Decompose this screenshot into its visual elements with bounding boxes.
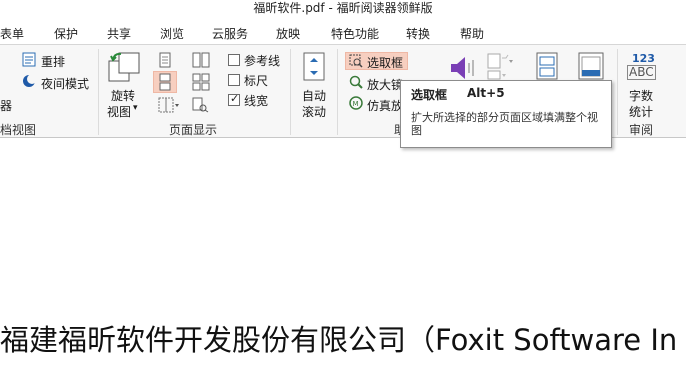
menu-form[interactable]: 表单: [0, 25, 24, 42]
menu-browse[interactable]: 浏览: [160, 25, 184, 42]
magnifier-icon: [349, 75, 363, 89]
menu-special-features[interactable]: 特色功能: [331, 25, 379, 42]
menu-share[interactable]: 共享: [107, 25, 131, 42]
group-separator: [617, 49, 618, 135]
group-label-doc-view: 档视图: [0, 123, 37, 137]
tooltip-shortcut: Alt+5: [467, 86, 505, 100]
rotate-view-icon: [108, 52, 140, 82]
select-area-icon: [349, 54, 363, 68]
read-aloud-options-icon[interactable]: [486, 52, 516, 82]
group-label-review: 审阅: [629, 123, 654, 137]
auto-scroll-label-1[interactable]: 自动: [302, 87, 326, 104]
line-weight-label[interactable]: 线宽: [244, 92, 268, 109]
page-zoom-icon[interactable]: [191, 97, 209, 113]
svg-text:M: M: [353, 100, 359, 108]
night-mode-icon: [23, 74, 36, 87]
rearrange-icon: [22, 52, 36, 67]
new-window-icon[interactable]: [578, 52, 604, 80]
word-count-label-1[interactable]: 字数: [629, 87, 653, 104]
continuous-page-icon[interactable]: [158, 73, 172, 91]
ruler-label[interactable]: 标尺: [244, 72, 268, 89]
rotate-view-label-2[interactable]: 视图: [107, 103, 131, 120]
tooltip-description: 扩大所选择的部分页面区域填满整个视图: [411, 111, 598, 137]
menu-help[interactable]: 帮助: [460, 25, 484, 42]
menu-convert[interactable]: 转换: [406, 25, 430, 42]
rotate-view-dropdown-arrow[interactable]: ▾: [133, 103, 138, 113]
facing-pages-icon[interactable]: [192, 52, 210, 68]
auto-scroll-label-2[interactable]: 滚动: [302, 103, 326, 120]
line-weight-checkbox[interactable]: [228, 92, 240, 106]
word-count-icon-letters: ABC: [627, 65, 656, 80]
partial-tool-label[interactable]: 器: [0, 97, 12, 114]
single-page-icon[interactable]: [158, 52, 172, 68]
loupe-icon: M: [349, 96, 363, 110]
loupe-button[interactable]: 仿真放: [367, 97, 403, 114]
menu-protect[interactable]: 保护: [54, 25, 78, 42]
continuous-facing-icon[interactable]: [192, 73, 210, 91]
tooltip-title: 选取框: [411, 88, 448, 102]
window-title-bar: 福昕软件.pdf - 福昕阅读器领鲜版: [0, 0, 686, 18]
night-mode-button[interactable]: 夜间模式: [41, 75, 89, 92]
select-area-button[interactable]: 选取框: [367, 54, 403, 71]
menu-cloud-services[interactable]: 云服务: [212, 25, 248, 42]
word-count-icon-numbers: 123: [632, 52, 655, 65]
group-label-page-display: 页面显示: [169, 123, 218, 137]
guides-checkbox[interactable]: [228, 54, 240, 66]
menu-bar: 表单 保护 共享 浏览 云服务 放映 特色功能 转换 帮助: [0, 22, 686, 44]
menu-slideshow[interactable]: 放映: [276, 25, 300, 42]
read-aloud-speaker-icon[interactable]: [449, 55, 477, 81]
document-heading-text: 福建福昕软件开发股份有限公司（Foxit Software In: [0, 323, 678, 357]
ruler-checkbox[interactable]: [228, 74, 240, 86]
magnifier-button[interactable]: 放大镜: [367, 76, 403, 93]
word-count-label-2[interactable]: 统计: [629, 103, 653, 120]
auto-scroll-icon: [303, 52, 325, 81]
split-view-icon[interactable]: [536, 52, 558, 80]
group-separator: [337, 49, 338, 135]
rearrange-button[interactable]: 重排: [41, 53, 65, 70]
window-title: 福昕软件.pdf - 福昕阅读器领鲜版: [253, 1, 433, 15]
guides-label[interactable]: 参考线: [244, 52, 280, 69]
document-page-area[interactable]: 福建福昕软件开发股份有限公司（Foxit Software In: [0, 139, 686, 365]
group-separator: [290, 49, 291, 135]
group-separator: [98, 49, 99, 135]
tooltip-select-area: 选取框 Alt+5 扩大所选择的部分页面区域填满整个视图: [400, 80, 612, 148]
page-transition-icon[interactable]: [158, 97, 180, 113]
rotate-view-label-1[interactable]: 旋转: [111, 87, 135, 104]
